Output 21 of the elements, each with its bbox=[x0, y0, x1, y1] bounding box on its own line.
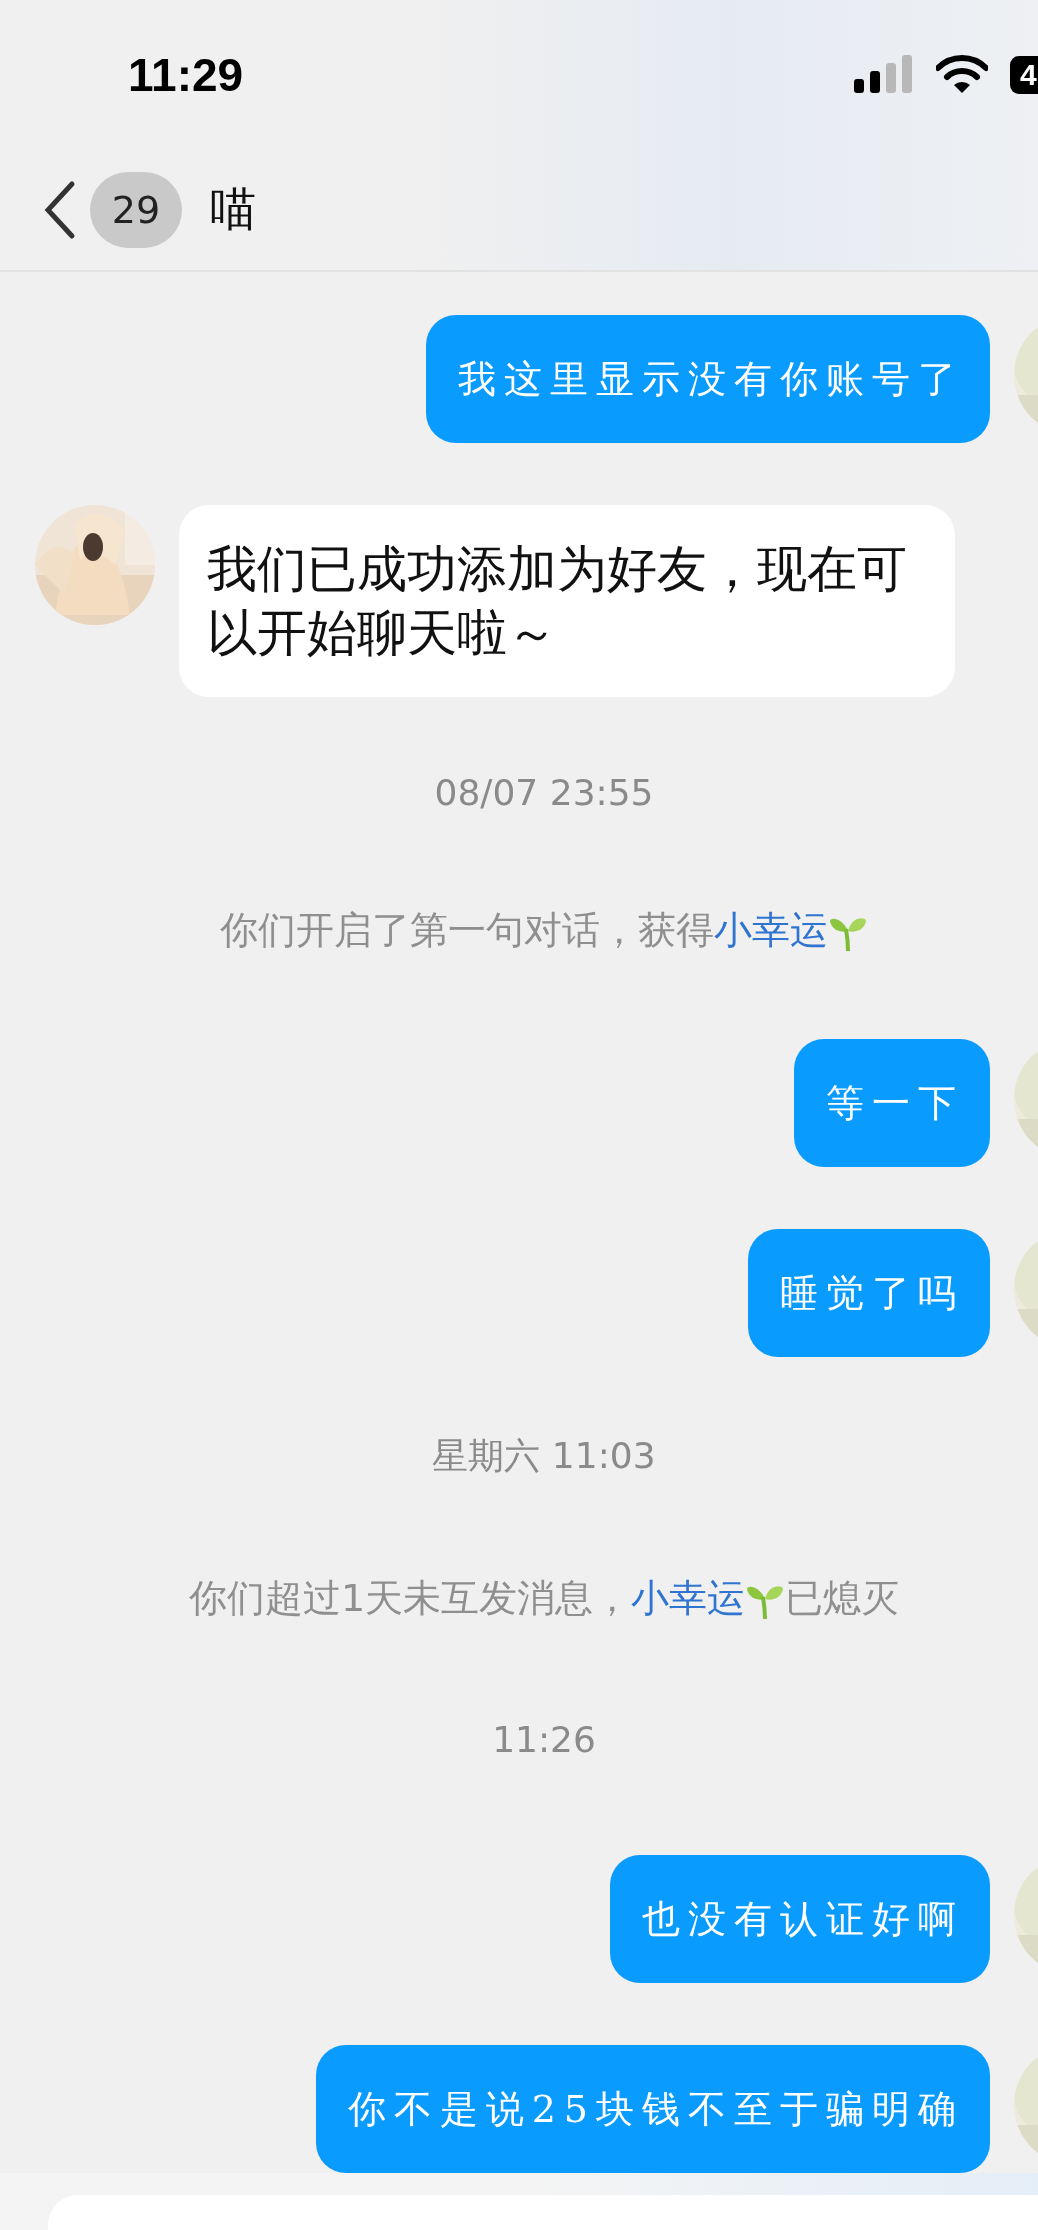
lucky-link[interactable]: 小幸运 bbox=[714, 905, 828, 956]
message-timestamp: 08/07 23:55 bbox=[433, 772, 655, 813]
back-icon[interactable] bbox=[42, 180, 76, 240]
outgoing-message: 等一下 bbox=[794, 1039, 990, 1167]
message-input-field[interactable] bbox=[48, 2195, 1038, 2230]
system-notice: 你们超过1天未互发消息，小幸运 已熄灭 bbox=[50, 1573, 1038, 1624]
system-notice: 你们开启了第一句对话，获得小幸运 bbox=[50, 905, 1038, 956]
signal-icon bbox=[854, 55, 914, 95]
chat-title: 喵 bbox=[210, 181, 256, 238]
incoming-message: 我们已成功添加为好友，现在可以开始聊天啦～ bbox=[179, 505, 955, 697]
wifi-icon bbox=[936, 55, 988, 95]
unread-count: 29 bbox=[90, 172, 182, 248]
outgoing-message: 睡觉了吗 bbox=[748, 1229, 990, 1357]
outgoing-message: 也没有认证好啊 bbox=[610, 1855, 990, 1983]
outgoing-message: 我这里显示没有你账号了 bbox=[426, 315, 990, 443]
message-timestamp: 11:26 bbox=[491, 1719, 597, 1760]
outgoing-message: 你不是说25块钱不至于骗明确 bbox=[315, 2045, 990, 2173]
battery-level: 4 bbox=[1010, 56, 1038, 94]
status-time: 11:29 bbox=[128, 48, 244, 102]
message-timestamp: 星期六 11:03 bbox=[431, 1434, 657, 1478]
lucky-link[interactable]: 小幸运 bbox=[631, 1573, 746, 1624]
